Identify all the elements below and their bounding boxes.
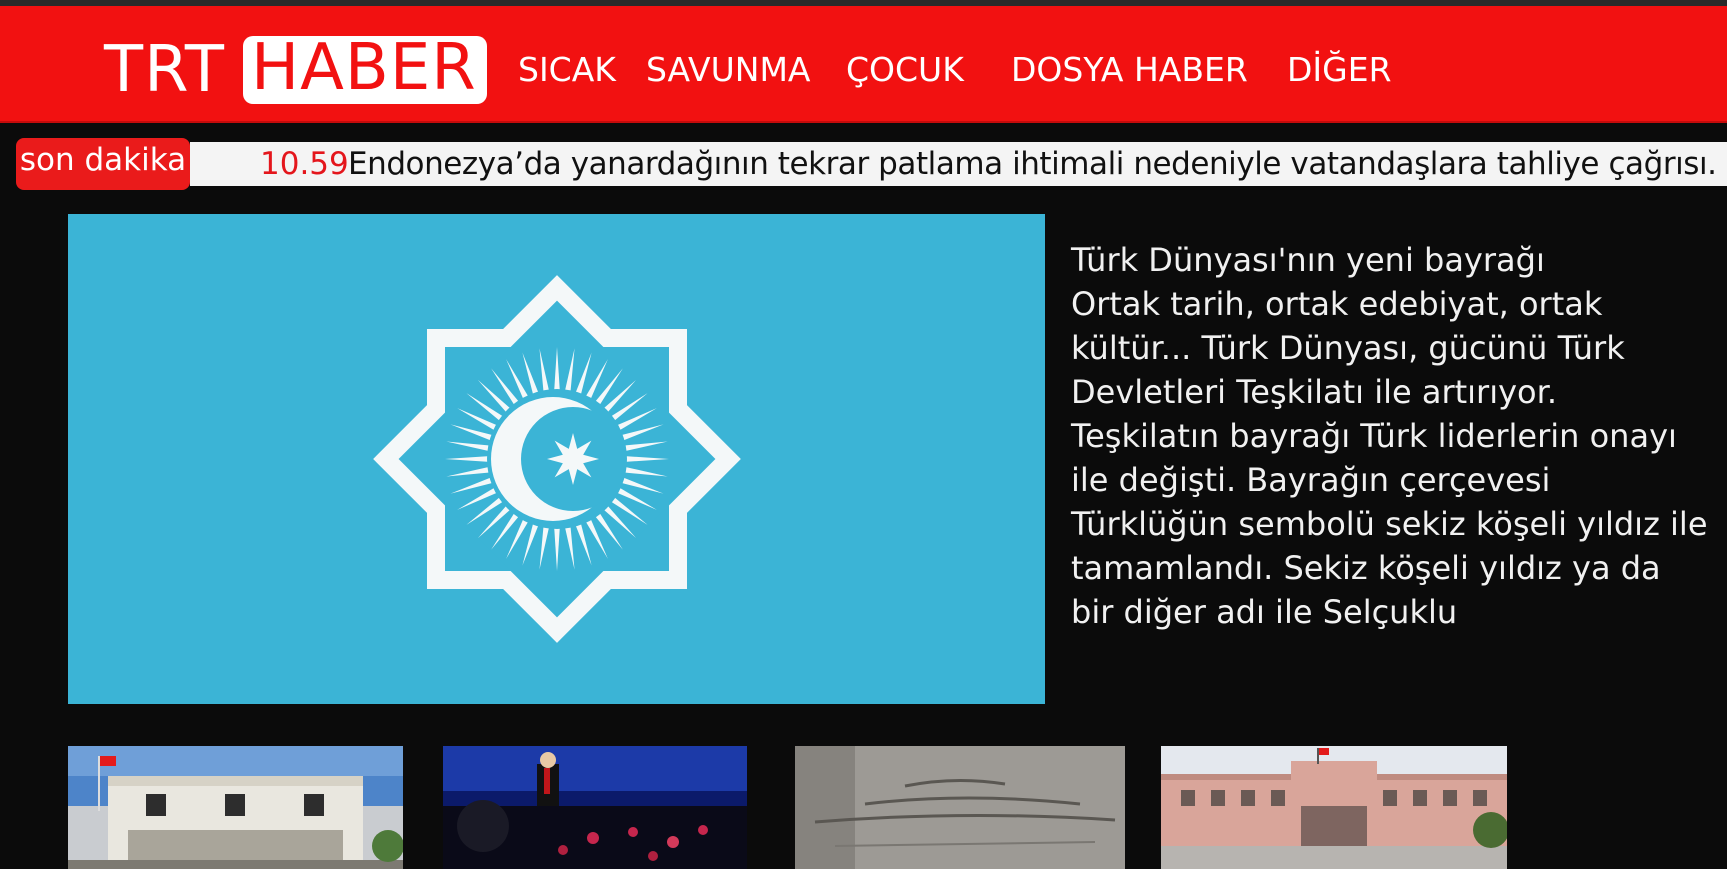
news-thumbnail[interactable] <box>443 746 747 869</box>
breaking-news-ticker[interactable]: son dakika 10.59 Endonezya’da yanardağın… <box>0 138 1727 190</box>
nav-item-cocuk[interactable]: ÇOCUK <box>846 50 964 90</box>
ground-writing-photo <box>795 746 1125 869</box>
turkic-states-flag-image <box>68 214 1045 704</box>
news-thumbnail[interactable] <box>795 746 1125 869</box>
logo-trt-text: TRT <box>104 33 225 107</box>
featured-story[interactable]: Türk Dünyası'nın yeni bayrağı Ortak tari… <box>1071 238 1711 634</box>
logo-haber-text: HABER <box>243 36 487 104</box>
story-title[interactable]: Türk Dünyası'nın yeni bayrağı <box>1071 238 1711 282</box>
nav-item-dosya-haber[interactable]: DOSYA HABER <box>1011 50 1248 90</box>
ticker-headline[interactable]: Endonezya’da yanardağının tekrar patlama… <box>348 142 1717 186</box>
leader-speech-photo <box>443 746 747 869</box>
ministry-building-photo <box>1161 746 1507 869</box>
featured-story-image[interactable] <box>68 214 1045 704</box>
nav-item-diger[interactable]: DİĞER <box>1287 50 1392 90</box>
news-thumbnail[interactable] <box>1161 746 1507 869</box>
nav-item-savunma[interactable]: SAVUNMA <box>646 50 810 90</box>
government-building-photo <box>68 746 403 869</box>
trt-haber-logo[interactable]: TRT HABER <box>104 36 487 104</box>
ticker-time: 10.59 <box>260 146 349 182</box>
story-summary: Ortak tarih, ortak edebiyat, ortak kültü… <box>1071 285 1708 631</box>
breaking-news-badge: son dakika <box>16 138 190 190</box>
nav-item-sicak[interactable]: SICAK <box>518 50 616 90</box>
news-thumbnail[interactable] <box>68 746 403 869</box>
